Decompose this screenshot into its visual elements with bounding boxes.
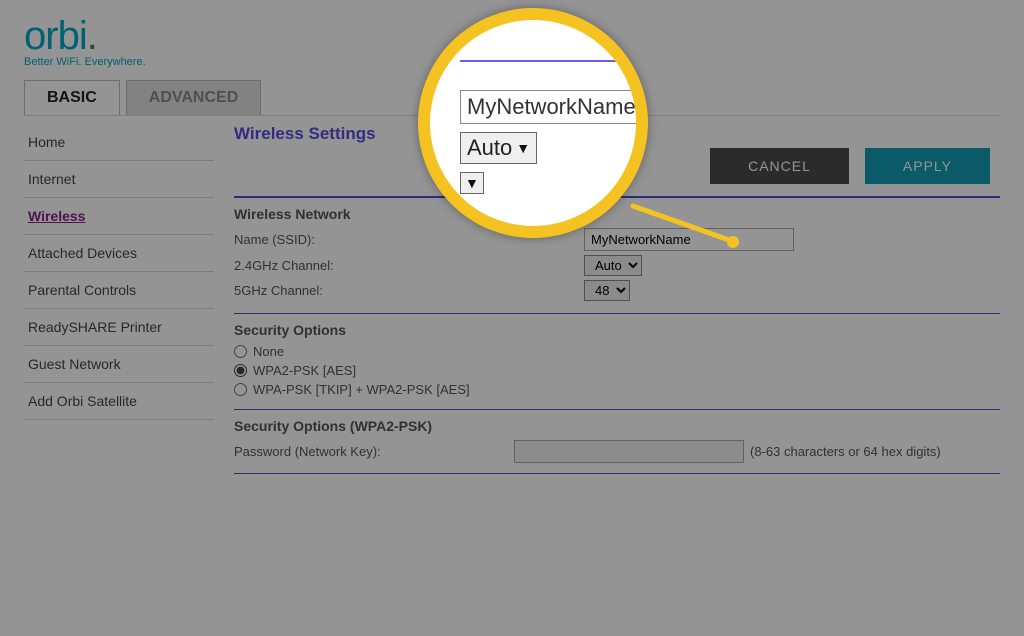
channel-5-select[interactable]: 48 xyxy=(584,280,630,301)
section-security-wpa2: Security Options (WPA2-PSK) Password (Ne… xyxy=(234,409,1000,463)
action-buttons: CANCEL APPLY xyxy=(710,148,990,184)
section-wireless-network: Wireless Network Name (SSID): 2.4GHz Cha… xyxy=(234,196,1000,301)
ssid-input[interactable] xyxy=(584,228,794,251)
sidebar: Home Internet Wireless Attached Devices … xyxy=(24,116,214,624)
password-input[interactable] xyxy=(514,440,744,463)
password-label: Password (Network Key): xyxy=(234,444,514,459)
router-admin-page: orbi. Better WiFi. Everywhere. BASIC ADV… xyxy=(0,0,1024,636)
sidebar-item-internet[interactable]: Internet xyxy=(24,161,214,198)
section-title-wireless-network: Wireless Network xyxy=(234,206,1000,222)
page-title: Wireless Settings xyxy=(234,124,376,144)
top-tabs: BASIC ADVANCED xyxy=(24,80,1000,116)
brand-block: orbi. Better WiFi. Everywhere. xyxy=(24,18,1000,68)
tab-basic[interactable]: BASIC xyxy=(24,80,120,116)
sidebar-item-home[interactable]: Home xyxy=(24,124,214,161)
sidebar-item-readyshare-printer[interactable]: ReadySHARE Printer xyxy=(24,309,214,346)
apply-button[interactable]: APPLY xyxy=(865,148,990,184)
channel-24-label: 2.4GHz Channel: xyxy=(234,258,584,273)
security-option-wpa2[interactable]: WPA2-PSK [AES] xyxy=(234,363,1000,378)
channel-5-label: 5GHz Channel: xyxy=(234,283,584,298)
brand-logo: orbi. xyxy=(24,18,1000,54)
security-option-none[interactable]: None xyxy=(234,344,1000,359)
brand-tagline: Better WiFi. Everywhere. xyxy=(24,56,1000,68)
ssid-label: Name (SSID): xyxy=(234,232,584,247)
tab-advanced[interactable]: ADVANCED xyxy=(126,80,261,116)
sidebar-item-guest-network[interactable]: Guest Network xyxy=(24,346,214,383)
sidebar-item-add-orbi-satellite[interactable]: Add Orbi Satellite xyxy=(24,383,214,420)
section-title-security-wpa2: Security Options (WPA2-PSK) xyxy=(234,418,1000,434)
sidebar-item-parental-controls[interactable]: Parental Controls xyxy=(24,272,214,309)
security-option-mixed[interactable]: WPA-PSK [TKIP] + WPA2-PSK [AES] xyxy=(234,382,1000,397)
cancel-button[interactable]: CANCEL xyxy=(710,148,849,184)
sidebar-item-wireless[interactable]: Wireless xyxy=(24,198,214,235)
section-security-options: Security Options None WPA2-PSK [AES] WPA… xyxy=(234,313,1000,397)
sidebar-item-attached-devices[interactable]: Attached Devices xyxy=(24,235,214,272)
password-hint: (8-63 characters or 64 hex digits) xyxy=(750,444,941,459)
content-area: Wireless Settings CANCEL APPLY Wireless … xyxy=(234,116,1000,624)
channel-24-select[interactable]: Auto xyxy=(584,255,642,276)
section-title-security-options: Security Options xyxy=(234,322,1000,338)
